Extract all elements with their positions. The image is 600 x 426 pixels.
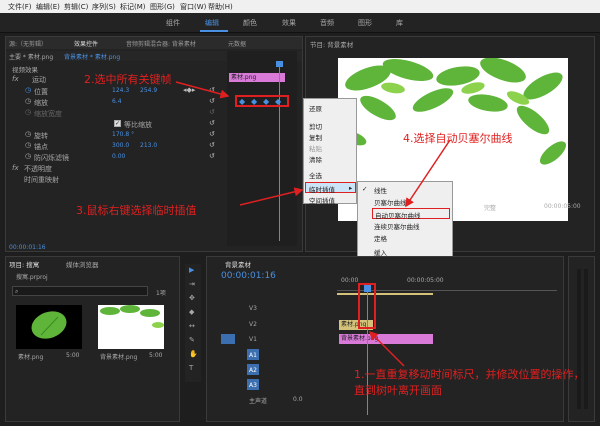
arrow-to-keyframes: [175, 81, 230, 99]
annotation-arrows: [175, 81, 451, 367]
arrow-to-auto-bezier: [405, 139, 451, 208]
arrow-to-playhead: [368, 330, 405, 367]
arrow-to-temporal: [239, 187, 304, 206]
